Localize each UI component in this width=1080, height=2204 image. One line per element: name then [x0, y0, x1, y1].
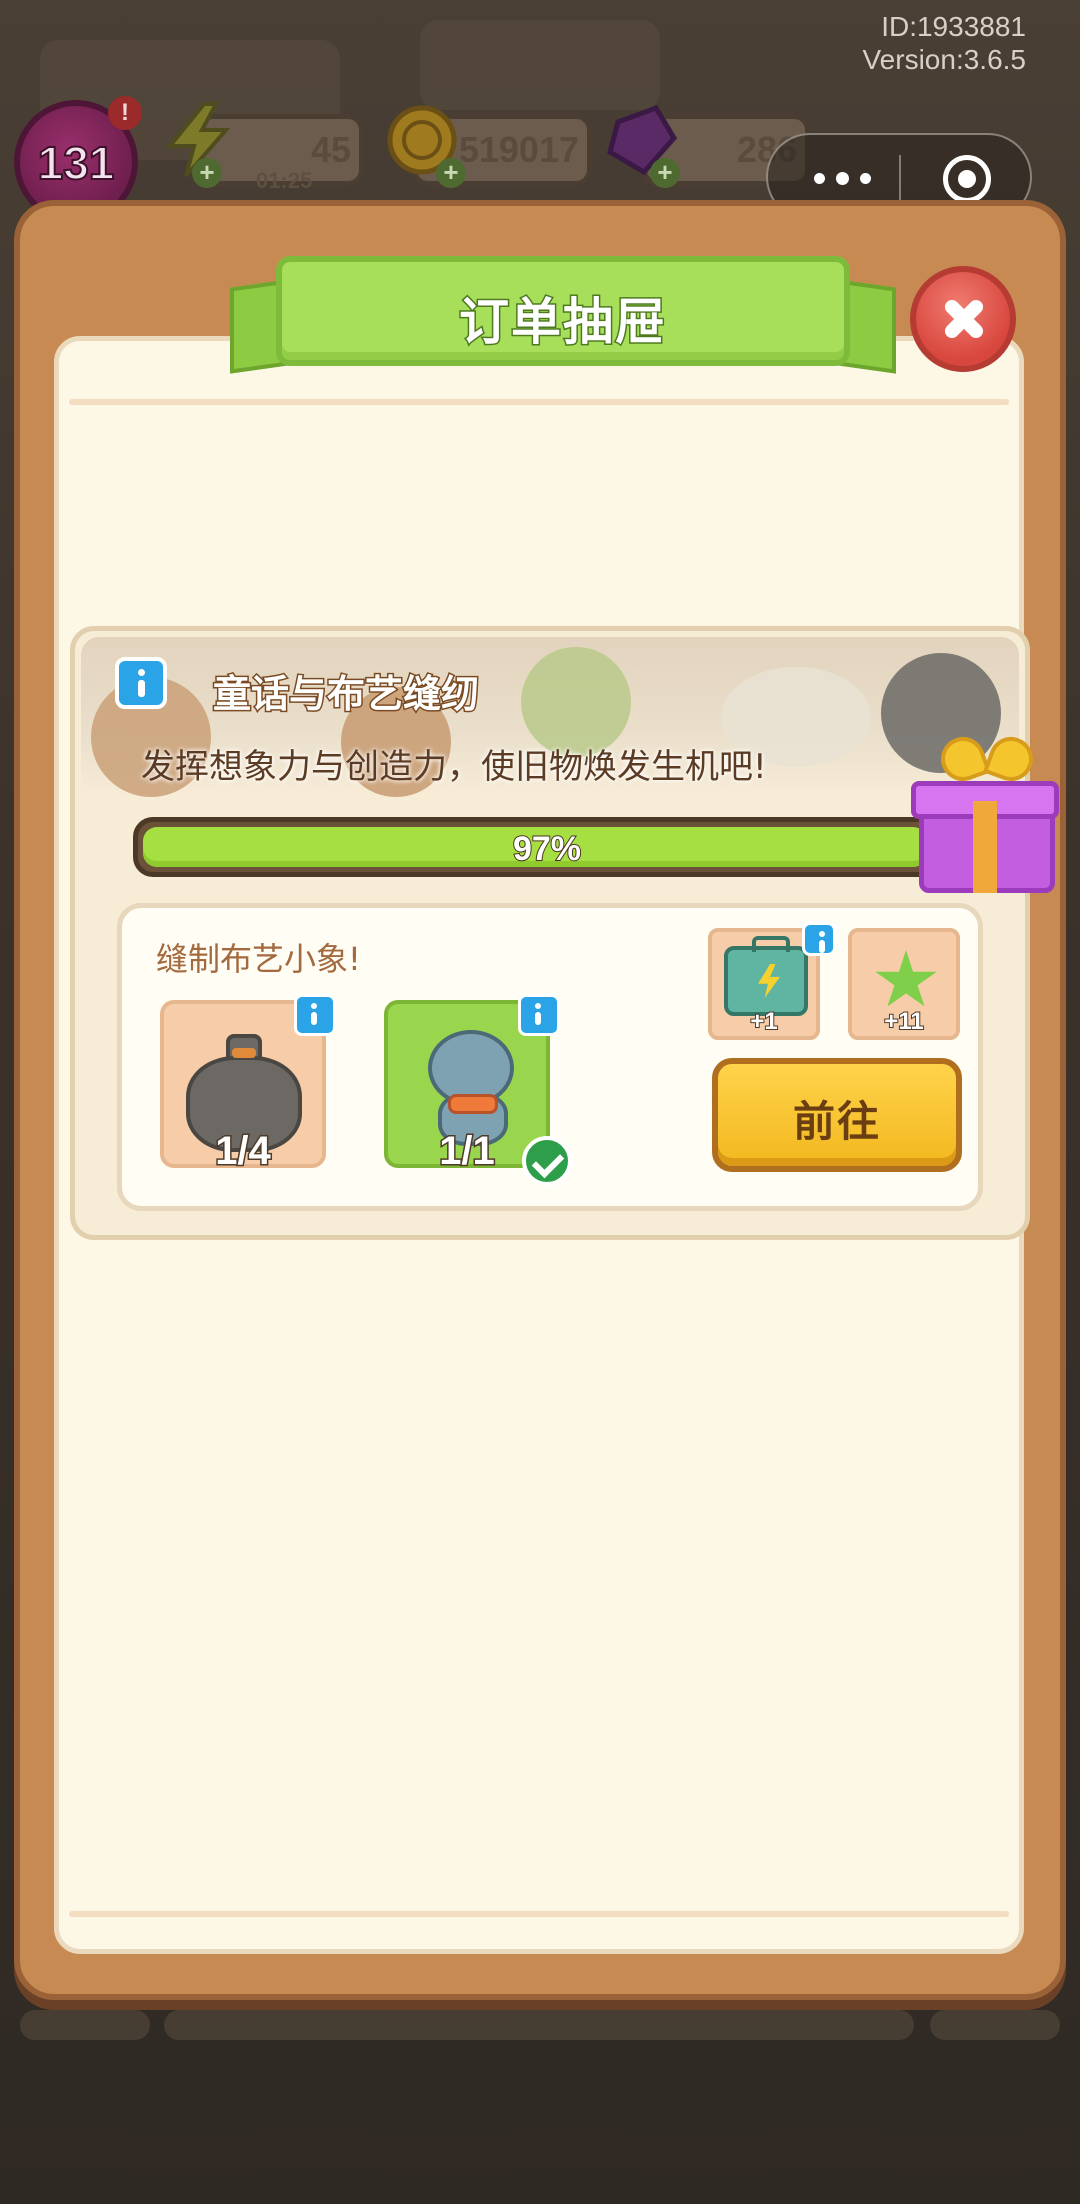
reward-count: +11 [883, 1007, 924, 1036]
user-id: ID:1933881 [881, 11, 1026, 42]
version-text: Version:3.6.5 [862, 44, 1026, 75]
info-icon[interactable] [802, 922, 836, 956]
green-star-icon [875, 950, 937, 1007]
divider-top [69, 399, 1009, 405]
level-value: 131 [37, 136, 116, 190]
modal-title: 订单抽屉 [458, 292, 667, 353]
drawer-card: 童话与布艺缝纫 发挥想象力与创造力，使旧物焕发生机吧! 97% 缝制布艺小象! … [70, 626, 1059, 1240]
gift-box-icon[interactable] [907, 730, 1061, 897]
order-drawer-modal: 订单抽屉 童话与布艺缝纫 发挥想象力与创造力，使旧物焕发生机吧! 97% 缝制布… [14, 200, 1066, 2000]
order-panel: 缝制布艺小象! 1/4 1/1 +1 +11 前往 [117, 903, 983, 1211]
info-icon[interactable] [294, 994, 336, 1036]
info-icon[interactable] [115, 657, 167, 709]
title-banner: 订单抽屉 [218, 242, 908, 382]
go-button[interactable]: 前往 [712, 1058, 962, 1172]
build-info: ID:1933881 Version:3.6.5 [863, 10, 1026, 76]
alert-icon: ! [108, 96, 142, 130]
exit-target-icon[interactable] [943, 155, 991, 203]
go-button-label: 前往 [792, 1097, 881, 1146]
energy-case-icon [724, 936, 808, 1016]
card-header-art: 童话与布艺缝纫 发挥想象力与创造力，使旧物焕发生机吧! [81, 637, 1019, 797]
progress-label: 97% [512, 829, 582, 869]
reward-green-star[interactable]: +11 [848, 928, 960, 1040]
energy-plus-icon[interactable]: + [192, 158, 222, 188]
coin-plus-icon[interactable]: + [436, 158, 466, 188]
check-icon [522, 1136, 572, 1186]
drawer-description: 发挥想象力与创造力，使旧物焕发生机吧! [141, 747, 767, 787]
order-task-text: 缝制布艺小象! [156, 940, 361, 978]
drawer-progress-bar: 97% [133, 817, 961, 877]
capsule-divider [899, 155, 901, 203]
gem-plus-icon[interactable]: + [650, 158, 680, 188]
more-icon[interactable] [802, 161, 882, 195]
divider-bottom [69, 1911, 1009, 1917]
item-count: 1/4 [214, 1128, 273, 1175]
reward-count: +1 [749, 1007, 778, 1036]
energy-timer: 01:25 [256, 168, 313, 193]
drawer-title: 童话与布艺缝纫 [211, 671, 480, 718]
banner-body: 订单抽屉 [276, 256, 850, 366]
info-icon[interactable] [518, 994, 560, 1036]
close-button[interactable] [910, 266, 1016, 372]
